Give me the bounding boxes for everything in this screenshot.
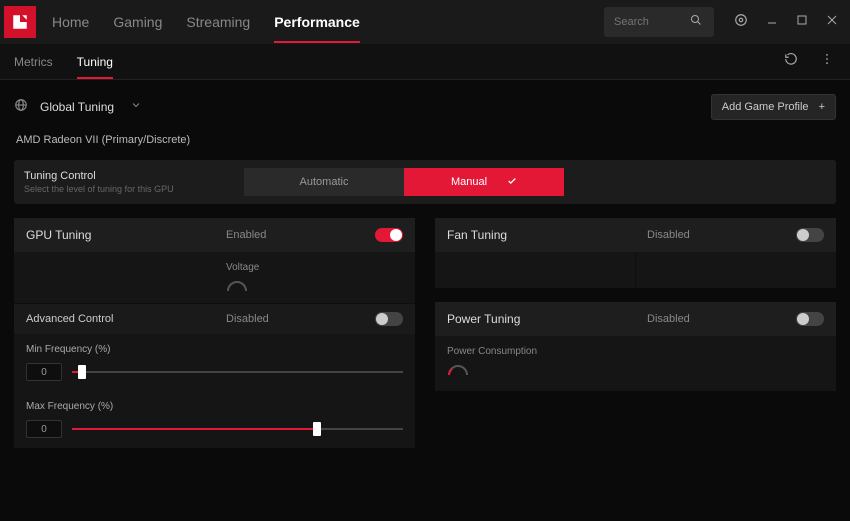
power-tuning-panel: Power Tuning Disabled Power Consumption bbox=[435, 302, 836, 391]
power-tuning-toggle[interactable] bbox=[796, 312, 824, 326]
min-freq-slider[interactable] bbox=[72, 371, 403, 373]
plus-icon: + bbox=[819, 101, 825, 113]
globe-icon bbox=[14, 98, 28, 117]
close-icon[interactable] bbox=[824, 11, 840, 33]
voltage-gauge-icon bbox=[226, 279, 248, 293]
power-tuning-title: Power Tuning bbox=[447, 312, 647, 326]
settings-icon[interactable] bbox=[732, 11, 750, 34]
nav-performance[interactable]: Performance bbox=[274, 2, 360, 42]
fan-tuning-state: Disabled bbox=[647, 229, 796, 241]
min-freq-label: Min Frequency (%) bbox=[26, 344, 403, 355]
fan-tuning-panel: Fan Tuning Disabled bbox=[435, 218, 836, 288]
add-game-profile-button[interactable]: Add Game Profile + bbox=[711, 94, 836, 120]
gpu-name: AMD Radeon VII (Primary/Discrete) bbox=[14, 134, 836, 146]
search-box[interactable] bbox=[604, 7, 714, 37]
automatic-button[interactable]: Automatic bbox=[244, 168, 404, 196]
nav-home[interactable]: Home bbox=[52, 2, 89, 42]
tuning-control-title: Tuning Control bbox=[24, 170, 244, 182]
max-freq-label: Max Frequency (%) bbox=[26, 401, 403, 412]
search-icon[interactable] bbox=[688, 11, 704, 33]
max-freq-slider[interactable] bbox=[72, 428, 403, 430]
search-input[interactable] bbox=[614, 16, 688, 28]
advanced-control-state: Disabled bbox=[226, 313, 375, 325]
global-tuning-label[interactable]: Global Tuning bbox=[40, 100, 114, 114]
min-freq-value[interactable]: 0 bbox=[26, 363, 62, 381]
power-tuning-state: Disabled bbox=[647, 313, 796, 325]
nav-streaming[interactable]: Streaming bbox=[186, 2, 250, 42]
voltage-label: Voltage bbox=[226, 262, 403, 273]
tuning-control-subtitle: Select the level of tuning for this GPU bbox=[24, 184, 244, 194]
check-icon bbox=[507, 176, 517, 189]
gpu-tuning-panel: GPU Tuning Enabled Voltage Advanced Cont… bbox=[14, 218, 415, 448]
maximize-icon[interactable] bbox=[794, 11, 810, 33]
minimize-icon[interactable] bbox=[764, 11, 780, 33]
advanced-control-title: Advanced Control bbox=[26, 313, 226, 325]
gpu-tuning-state: Enabled bbox=[226, 229, 375, 241]
max-freq-value[interactable]: 0 bbox=[26, 420, 62, 438]
manual-button[interactable]: Manual bbox=[404, 168, 564, 196]
gpu-tuning-title: GPU Tuning bbox=[26, 228, 226, 242]
amd-logo bbox=[4, 6, 36, 38]
fan-tuning-toggle[interactable] bbox=[796, 228, 824, 242]
manual-label: Manual bbox=[451, 176, 487, 188]
power-gauge-icon bbox=[447, 363, 469, 377]
add-game-profile-label: Add Game Profile bbox=[722, 101, 809, 113]
fan-tuning-title: Fan Tuning bbox=[447, 228, 647, 242]
chevron-down-icon[interactable] bbox=[130, 98, 142, 116]
reset-icon[interactable] bbox=[782, 50, 800, 73]
subnav-metrics[interactable]: Metrics bbox=[14, 45, 53, 79]
power-consumption-label: Power Consumption bbox=[447, 346, 824, 357]
advanced-control-toggle[interactable] bbox=[375, 312, 403, 326]
gpu-tuning-toggle[interactable] bbox=[375, 228, 403, 242]
subnav-tuning[interactable]: Tuning bbox=[77, 45, 113, 79]
nav-gaming[interactable]: Gaming bbox=[113, 2, 162, 42]
more-icon[interactable] bbox=[818, 50, 836, 73]
